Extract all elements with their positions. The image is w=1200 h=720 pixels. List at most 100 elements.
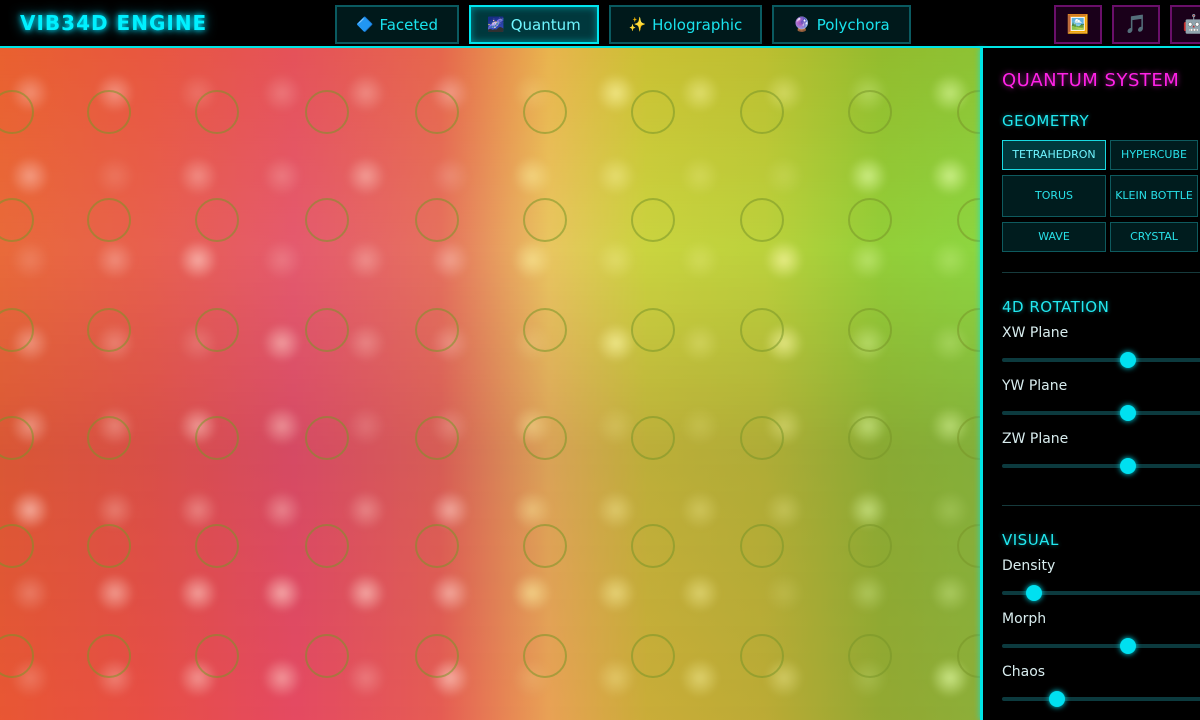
geometry-torus-button[interactable]: TORUS: [1002, 175, 1106, 217]
ring-shape: [631, 524, 675, 568]
ring-shape: [195, 634, 239, 678]
diamond-icon: 🔷: [356, 16, 374, 33]
tab-label: Quantum: [510, 15, 581, 34]
ring-shape: [631, 90, 675, 134]
visualization-canvas[interactable]: [0, 48, 980, 720]
ring-shape: [305, 416, 349, 460]
robot-icon: 🤖: [1182, 14, 1200, 35]
ring-shape: [87, 198, 131, 242]
morph-label: Morph: [1002, 611, 1047, 627]
tab-polychora[interactable]: 🔮 Polychora: [772, 5, 911, 44]
chaos-slider[interactable]: [1002, 691, 1200, 707]
ring-shape: [848, 198, 892, 242]
ring-shape: [631, 634, 675, 678]
ring-shape: [305, 90, 349, 134]
ring-shape: [87, 308, 131, 352]
tab-faceted[interactable]: 🔷 Faceted: [335, 5, 459, 44]
ring-shape: [631, 198, 675, 242]
chaos-label: Chaos: [1002, 664, 1046, 680]
ring-shape: [523, 198, 567, 242]
control-panel: QUANTUM SYSTEM GEOMETRY TETRAHEDRON HYPE…: [983, 48, 1200, 720]
slider-thumb[interactable]: [1048, 691, 1065, 707]
music-icon: 🎵: [1124, 14, 1148, 35]
ring-shape: [957, 634, 980, 678]
ring-shape: [848, 634, 892, 678]
geometry-klein-bottle-button[interactable]: KLEIN BOTTLE: [1110, 175, 1198, 217]
slider-thumb[interactable]: [1120, 638, 1136, 654]
ring-shape: [740, 634, 784, 678]
ring-shape: [305, 634, 349, 678]
gallery-icon: 🖼️: [1066, 14, 1090, 35]
crystal-ball-icon: 🔮: [793, 16, 811, 33]
slider-track: [1002, 464, 1200, 468]
tab-label: Holographic: [652, 15, 743, 34]
galaxy-icon: 🌌: [487, 16, 505, 33]
tab-label: Faceted: [379, 15, 438, 34]
ring-shape: [631, 416, 675, 460]
ring-shape: [87, 524, 131, 568]
zw-plane-slider[interactable]: [1002, 458, 1200, 474]
app-logo: VIB34D ENGINE: [20, 11, 208, 35]
robot-button[interactable]: 🤖: [1170, 5, 1200, 44]
section-divider: [1002, 505, 1200, 506]
ring-shape: [195, 90, 239, 134]
ring-shape: [415, 308, 459, 352]
ring-shape: [957, 524, 980, 568]
geometry-section-title: GEOMETRY: [1002, 112, 1090, 130]
morph-slider[interactable]: [1002, 638, 1200, 654]
xw-plane-slider[interactable]: [1002, 352, 1200, 368]
ring-shape: [415, 416, 459, 460]
zw-plane-label: ZW Plane: [1002, 431, 1069, 447]
ring-shape: [0, 308, 34, 352]
ring-shape: [740, 308, 784, 352]
music-button[interactable]: 🎵: [1112, 5, 1160, 44]
ring-shape: [957, 198, 980, 242]
ring-shape: [848, 524, 892, 568]
ring-shape: [415, 90, 459, 134]
tab-quantum[interactable]: 🌌 Quantum: [469, 5, 599, 44]
density-label: Density: [1002, 558, 1056, 574]
ring-shape: [740, 416, 784, 460]
density-slider[interactable]: [1002, 585, 1200, 601]
ring-shape: [740, 524, 784, 568]
ring-shape: [195, 198, 239, 242]
slider-thumb[interactable]: [1120, 405, 1136, 421]
ring-shape: [957, 308, 980, 352]
ring-shape: [523, 634, 567, 678]
ring-shape: [87, 90, 131, 134]
ring-shape: [195, 308, 239, 352]
ring-shape: [415, 198, 459, 242]
ring-shape: [0, 90, 34, 134]
ring-shape: [87, 416, 131, 460]
slider-track: [1002, 411, 1200, 415]
geometry-wave-button[interactable]: WAVE: [1002, 222, 1106, 252]
slider-thumb[interactable]: [1120, 458, 1136, 474]
ring-shape: [848, 416, 892, 460]
ring-shape: [848, 308, 892, 352]
section-divider: [1002, 272, 1200, 273]
visual-section-title: VISUAL: [1002, 531, 1059, 549]
ring-shape: [195, 416, 239, 460]
ring-layer: [0, 48, 980, 720]
ring-shape: [848, 90, 892, 134]
slider-thumb[interactable]: [1025, 585, 1042, 601]
yw-plane-label: YW Plane: [1002, 378, 1068, 394]
sparkles-icon: ✨: [628, 16, 647, 33]
slider-thumb[interactable]: [1120, 352, 1136, 368]
ring-shape: [305, 308, 349, 352]
geometry-tetrahedron-button[interactable]: TETRAHEDRON: [1002, 140, 1106, 170]
geometry-crystal-button[interactable]: CRYSTAL: [1110, 222, 1198, 252]
ring-shape: [523, 524, 567, 568]
gallery-button[interactable]: 🖼️: [1054, 5, 1102, 44]
geometry-hypercube-button[interactable]: HYPERCUBE: [1110, 140, 1198, 170]
ring-shape: [195, 524, 239, 568]
ring-shape: [957, 416, 980, 460]
ring-shape: [740, 198, 784, 242]
ring-shape: [523, 308, 567, 352]
slider-track: [1002, 697, 1200, 701]
yw-plane-slider[interactable]: [1002, 405, 1200, 421]
tab-label: Polychora: [816, 15, 890, 34]
xw-plane-label: XW Plane: [1002, 325, 1069, 341]
ring-shape: [740, 90, 784, 134]
tab-holographic[interactable]: ✨ Holographic: [609, 5, 762, 44]
